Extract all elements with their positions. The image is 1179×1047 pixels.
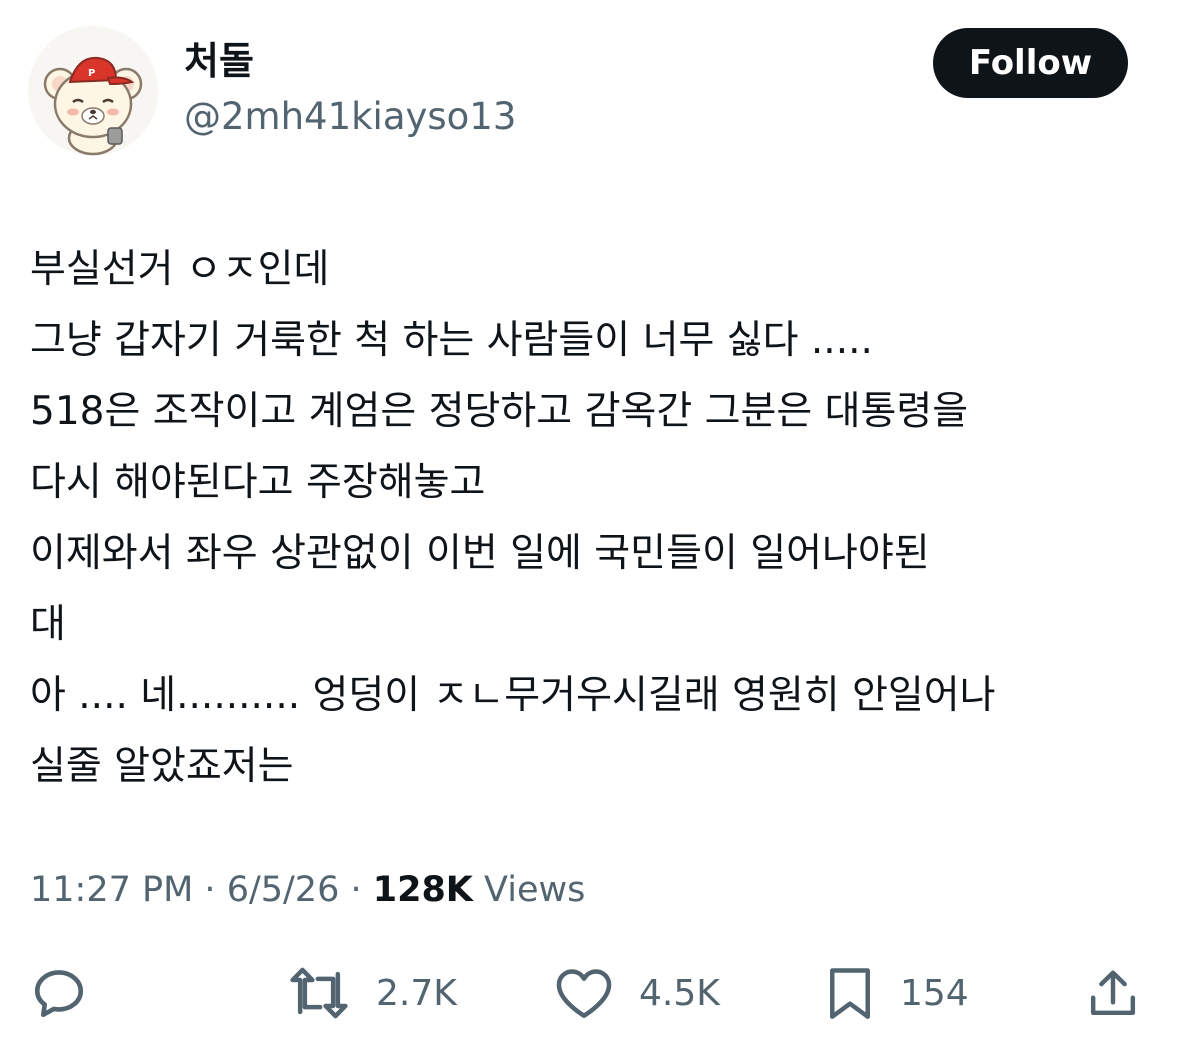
share-button[interactable]	[1085, 960, 1141, 1026]
reply-icon	[34, 970, 84, 1018]
tweet-line: 대	[30, 602, 66, 647]
share-icon	[1090, 970, 1136, 1016]
views-count: 128K	[372, 870, 473, 910]
like-button[interactable]: 4.5K	[553, 960, 720, 1026]
tweet-line: 아 .... 네.......... 엉덩이 ㅈㄴ무거우시길래 영원히 안일어나	[30, 673, 996, 718]
tweet-line: 518은 조작이고 계엄은 정당하고 감옥간 그분은 대통령을	[30, 389, 969, 434]
reply-button[interactable]	[30, 960, 88, 1026]
tweet-line: 다시 해야된다고 주장해놓고	[30, 460, 486, 505]
tweet-text: 부실선거 ㅇㅈ인데 그냥 갑자기 거룩한 척 하는 사람들이 너무 싫다 ...…	[30, 234, 1160, 802]
tweet-meta: 11:27 PM · 6/5/26 · 128K Views	[30, 866, 585, 914]
bear-avatar-icon: P	[28, 26, 158, 156]
meta-separator: ·	[193, 870, 227, 910]
bookmark-button[interactable]: 154	[824, 960, 969, 1026]
avatar[interactable]: P	[28, 26, 158, 156]
tweet-line: 이제와서 좌우 상관없이 이번 일에 국민들이 일어나야된	[30, 531, 930, 576]
meta-separator: ·	[339, 870, 373, 910]
tweet-line: 그냥 갑자기 거룩한 척 하는 사람들이 너무 싫다 .....	[30, 318, 873, 363]
username-handle[interactable]: @2mh41kiayso13	[184, 94, 516, 140]
tweet-line: 실줄 알았죠저는	[30, 744, 294, 789]
bookmark-count: 154	[900, 972, 969, 1014]
retweet-button[interactable]: 2.7K	[286, 960, 457, 1026]
heart-icon	[556, 969, 612, 1018]
views-label: Views	[472, 870, 586, 910]
svg-text:P: P	[88, 68, 95, 79]
retweet-count: 2.7K	[376, 972, 457, 1014]
tweet-time[interactable]: 11:27 PM	[30, 870, 193, 910]
follow-button[interactable]: Follow	[933, 28, 1128, 98]
action-bar: 2.7K 4.5K 154	[0, 960, 1179, 1026]
tweet-line: 부실선거 ㅇㅈ인데	[30, 247, 330, 292]
display-name[interactable]: 처돌	[184, 38, 254, 84]
tweet-date[interactable]: 6/5/26	[227, 870, 340, 910]
bookmark-icon	[830, 968, 870, 1019]
like-count: 4.5K	[639, 972, 720, 1014]
retweet-icon	[290, 967, 348, 1019]
